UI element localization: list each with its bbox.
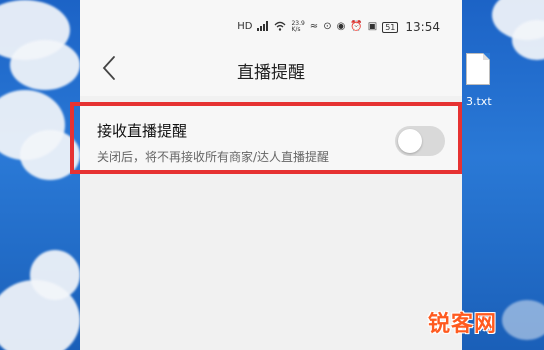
desktop-background-left (0, 0, 80, 350)
text-file-icon[interactable] (466, 53, 490, 85)
wifi-icon (274, 21, 286, 34)
alarm-icon: ⏰ (350, 21, 363, 32)
status-time: 13:54 (405, 20, 440, 34)
phone-screen: HD 23.9 K/s ≈ ⊙ ◉ ⏰ ▣ 51 13:54 直播提醒 接收直播… (80, 0, 462, 350)
page-title: 直播提醒 (237, 63, 305, 83)
eye-icon: ◉ (336, 21, 346, 32)
watermark: 锐客网 (428, 312, 498, 337)
screen-icon: ⊙ (323, 21, 332, 32)
setting-title: 接收直播提醒 (97, 122, 188, 140)
signal-icon (257, 20, 269, 34)
status-bar: HD 23.9 K/s ≈ ⊙ ◉ ⏰ ▣ 51 13:54 (80, 0, 462, 40)
hd-icon: HD (237, 21, 253, 32)
toggle-knob (398, 129, 422, 153)
title-bar: 直播提醒 (80, 40, 462, 96)
nfc-icon: ≈ (309, 21, 319, 32)
battery-icon: 51 (382, 21, 399, 33)
status-icons: HD 23.9 K/s ≈ ⊙ ◉ ⏰ ▣ 51 13:54 (237, 20, 440, 34)
speed-icon: 23.9 K/s (291, 20, 305, 33)
setting-description: 关闭后，将不再接收所有商家/达人直播提醒 (97, 150, 330, 164)
setting-row-live-reminder[interactable]: 接收直播提醒 关闭后，将不再接收所有商家/达人直播提醒 (80, 106, 462, 174)
desktop-file-label[interactable]: 3.txt (466, 95, 492, 108)
vibrate-icon: ▣ (367, 21, 378, 32)
live-reminder-toggle[interactable] (395, 126, 445, 156)
